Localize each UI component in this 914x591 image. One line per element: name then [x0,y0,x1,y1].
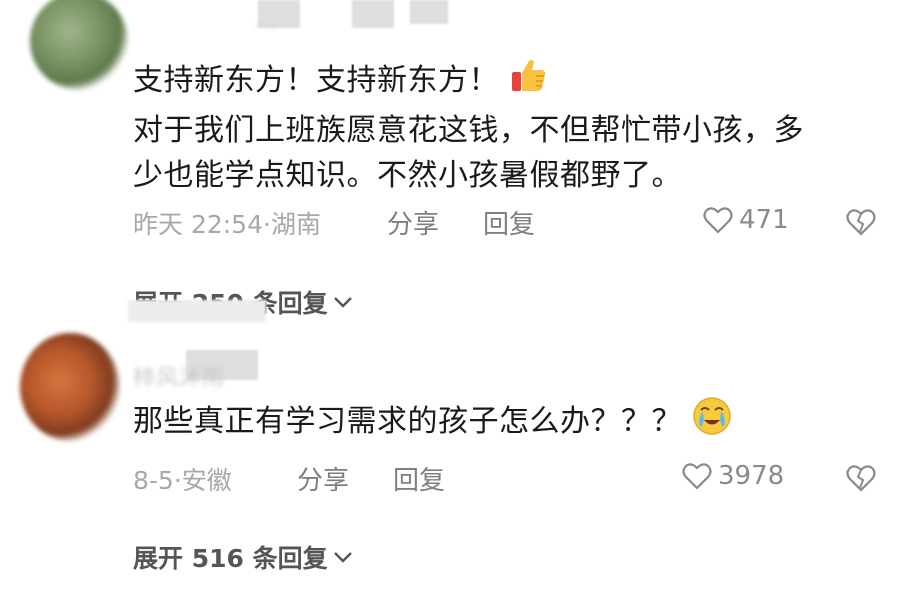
comment-meta: 8-5·安徽 分享 回复 [133,461,445,497]
avatar[interactable] [20,333,120,441]
comment-line: 支持新东方！支持新东方！ [133,63,499,98]
comment-meta: 昨天 22:54·湖南 分享 回复 [133,205,535,241]
avatar[interactable] [30,0,128,90]
share-button[interactable]: 分享 [297,460,349,497]
expand-replies-label: 展开 516 条回复 [133,544,328,573]
crying-face-icon [692,396,732,449]
comment-list: ... 支持新东方！支持新东方！ 对于我们上班族愿意花这钱，不但帮忙带小孩，多 … [0,0,914,591]
comment-text: 支持新东方！支持新东方！ 对于我们上班族愿意花这钱，不但帮忙带小孩，多 少也能学… [133,55,804,198]
timestamp: 8-5 [133,466,174,495]
heart-icon [682,463,712,490]
timestamp: 昨天 22:54 [133,210,263,239]
thumbs-up-icon [509,55,549,108]
username-mosaic [352,0,394,28]
dislike-button[interactable] [846,464,876,496]
reply-button[interactable]: 回复 [483,204,535,241]
username[interactable]: 柿风沐雨 [133,360,225,392]
like-count: 471 [739,205,789,235]
chevron-down-icon [333,297,352,308]
comment-line: 对于我们上班族愿意花这钱，不但帮忙带小孩，多 [133,113,804,148]
username[interactable]: ... [255,8,279,33]
like-button[interactable]: 471 [703,205,789,235]
like-button[interactable]: 3978 [682,461,784,491]
location: 湖南 [270,210,321,239]
comment-line: 那些真正有学习需求的孩子怎么办？？？ [133,404,682,439]
dislike-button[interactable] [846,208,876,240]
heart-icon [703,207,733,234]
comment-line: 少也能学点知识。不然小孩暑假都野了。 [133,158,682,193]
like-count: 3978 [718,461,785,491]
comment-text: 那些真正有学习需求的孩子怎么办？？？ [133,396,732,449]
share-button[interactable]: 分享 [387,204,439,241]
location: 安徽 [181,466,232,495]
username-mosaic [128,300,266,322]
reply-button[interactable]: 回复 [393,460,445,497]
chevron-down-icon [333,552,352,563]
broken-heart-icon [846,465,876,492]
username-mosaic [410,0,448,24]
expand-replies-button[interactable]: 展开 516 条回复 [133,539,354,575]
broken-heart-icon [846,209,876,236]
